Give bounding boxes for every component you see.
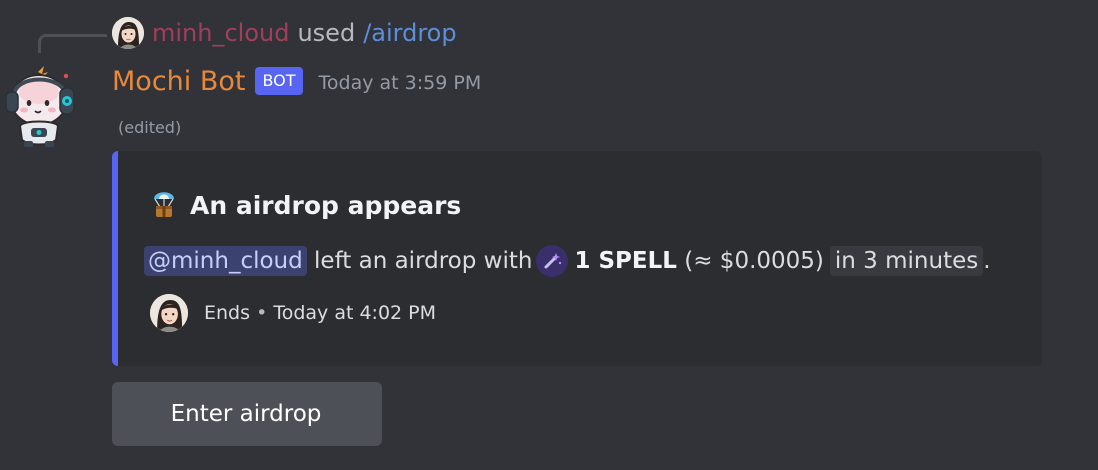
reply-context[interactable]: minh_cloud used /airdrop: [112, 14, 457, 52]
embed-description: @minh_cloud left an airdrop with 1 SPELL…: [144, 241, 991, 281]
footer-avatar-icon: [150, 294, 188, 332]
reply-used-text: used: [297, 19, 356, 47]
reply-connector: [38, 34, 107, 53]
bot-badge: BOT: [255, 67, 303, 95]
token-amount: 1 SPELL: [574, 248, 677, 274]
message-timestamp[interactable]: Today at 3:59 PM: [319, 68, 482, 94]
token-value: (≈ $0.0005): [684, 248, 824, 274]
description-period: .: [983, 248, 991, 274]
footer-label: Ends: [204, 302, 251, 324]
message-header: Mochi Bot BOT Today at 3:59 PM: [112, 60, 481, 102]
airdrop-embed: An airdrop appears @minh_cloud left an a…: [112, 151, 1042, 366]
duration-pill: in 3 minutes: [829, 246, 984, 276]
edited-indicator: (edited): [118, 118, 182, 137]
chat-message: minh_cloud used /airdrop Mochi Bot BOT T…: [0, 0, 1098, 470]
embed-footer: Ends • Today at 4:02 PM: [150, 293, 436, 333]
user-mention[interactable]: @minh_cloud: [144, 246, 307, 276]
slash-command[interactable]: /airdrop: [363, 19, 456, 47]
bot-avatar[interactable]: [4, 66, 80, 148]
footer-time: Today at 4:02 PM: [273, 302, 437, 324]
embed-title-text: An airdrop appears: [190, 190, 462, 220]
parachute-box-icon: [150, 188, 178, 222]
description-text: [677, 248, 684, 274]
footer-separator: •: [256, 302, 268, 324]
enter-airdrop-button[interactable]: Enter airdrop: [112, 382, 382, 446]
reply-username[interactable]: minh_cloud: [152, 19, 289, 47]
user-avatar-icon[interactable]: [112, 17, 144, 49]
description-text: left an airdrop with: [314, 248, 533, 274]
embed-title: An airdrop appears: [150, 187, 461, 223]
description-text: [307, 248, 314, 274]
spell-wand-icon: [536, 245, 569, 277]
bot-username[interactable]: Mochi Bot: [112, 66, 245, 97]
